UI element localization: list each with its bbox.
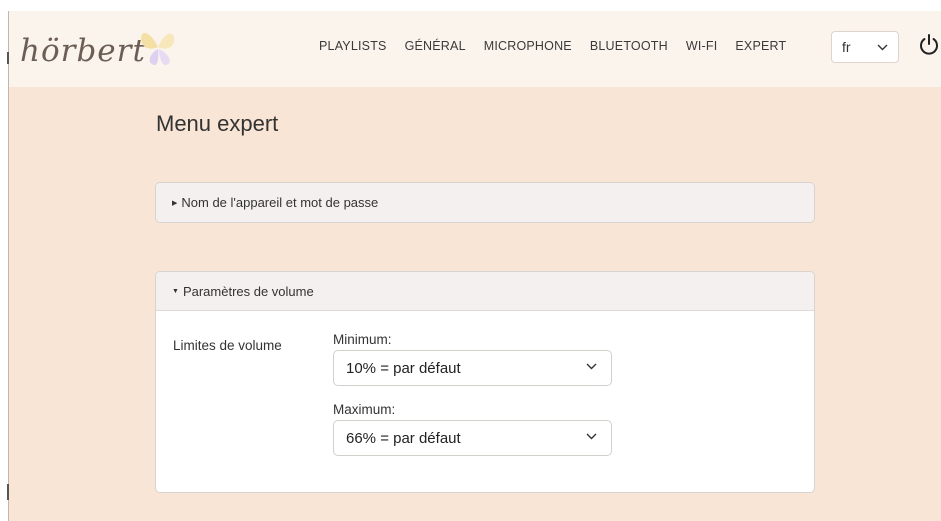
- volume-settings-toggle[interactable]: ▼ Paramètres de volume: [156, 272, 814, 311]
- power-icon[interactable]: [918, 33, 940, 57]
- device-settings-panel: ▶ Nom de l'appareil et mot de passe: [155, 182, 815, 223]
- chevron-down-icon: [586, 363, 597, 370]
- minimum-volume-select[interactable]: 10% = par défaut: [333, 350, 612, 386]
- app-page: hörbert PLAYLISTS GÉNÉRAL MICROPHONE BLU…: [9, 11, 941, 521]
- device-settings-title: Nom de l'appareil et mot de passe: [181, 195, 379, 210]
- butterfly-logo-icon: [141, 33, 175, 66]
- nav-expert[interactable]: EXPERT: [735, 39, 786, 53]
- language-value: fr: [842, 39, 851, 55]
- nav-bluetooth[interactable]: BLUETOOTH: [590, 39, 668, 53]
- language-select[interactable]: fr: [831, 31, 899, 63]
- top-navbar: hörbert PLAYLISTS GÉNÉRAL MICROPHONE BLU…: [9, 11, 941, 87]
- volume-settings-title: Paramètres de volume: [182, 283, 314, 299]
- caret-right-icon: ▶: [172, 199, 178, 207]
- nav-microphone[interactable]: MICROPHONE: [484, 39, 572, 53]
- device-settings-toggle[interactable]: ▶ Nom de l'appareil et mot de passe: [156, 183, 814, 222]
- chevron-down-icon: [586, 433, 597, 440]
- maximum-volume-value: 66% = par défaut: [346, 429, 461, 447]
- chevron-down-icon: [877, 44, 888, 50]
- volume-limits-label: Limites de volume: [173, 338, 282, 353]
- main-navigation: PLAYLISTS GÉNÉRAL MICROPHONE BLUETOOTH W…: [319, 39, 804, 53]
- minimum-label: Minimum:: [333, 332, 392, 347]
- nav-playlists[interactable]: PLAYLISTS: [319, 39, 387, 53]
- volume-settings-body: Limites de volume Minimum: 10% = par déf…: [156, 311, 814, 492]
- maximum-label: Maximum:: [333, 402, 396, 417]
- brand-name: hörbert: [20, 33, 146, 69]
- brand-logo[interactable]: hörbert: [20, 23, 210, 73]
- maximum-volume-select[interactable]: 66% = par défaut: [333, 420, 612, 456]
- page-title: Menu expert: [156, 111, 279, 136]
- caret-down-icon: ▼: [172, 287, 179, 295]
- nav-general[interactable]: GÉNÉRAL: [405, 39, 466, 53]
- volume-settings-panel: ▼ Paramètres de volume Limites de volume…: [155, 271, 815, 493]
- nav-wifi[interactable]: WI-FI: [686, 39, 718, 53]
- minimum-volume-value: 10% = par défaut: [346, 359, 461, 377]
